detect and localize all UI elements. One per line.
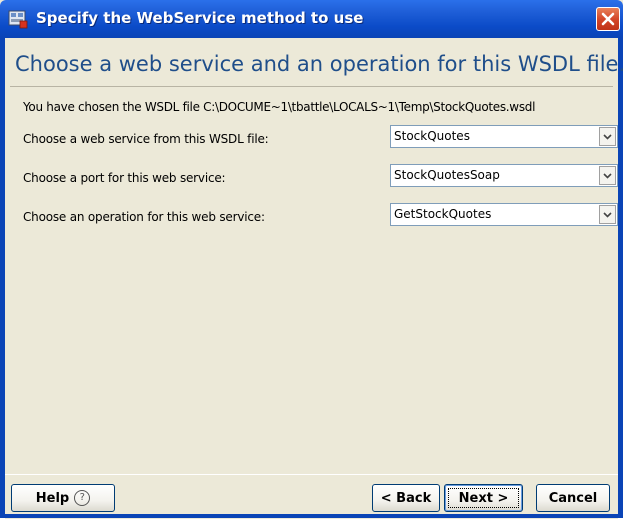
help-button-label: Help xyxy=(35,490,70,506)
web-service-select-value: StockQuotes xyxy=(394,129,470,143)
chevron-down-icon[interactable] xyxy=(599,205,616,224)
help-button[interactable]: Help ? xyxy=(11,484,115,512)
close-button[interactable] xyxy=(596,7,620,31)
port-label: Choose a port for this web service: xyxy=(23,171,226,185)
operation-select-value: GetStockQuotes xyxy=(394,207,492,221)
port-select[interactable]: StockQuotesSoap xyxy=(390,164,618,187)
help-icon: ? xyxy=(74,490,91,506)
webservice-app-icon xyxy=(8,9,28,29)
back-button[interactable]: < Back xyxy=(372,484,440,512)
port-select-value: StockQuotesSoap xyxy=(394,168,500,182)
operation-label: Choose an operation for this web service… xyxy=(23,210,265,224)
page-heading: Choose a web service and an operation fo… xyxy=(15,52,623,76)
cancel-button-label: Cancel xyxy=(548,490,598,506)
heading-divider xyxy=(10,86,613,87)
button-bar: Help ? < Back Next > Cancel xyxy=(5,474,618,519)
web-service-select[interactable]: StockQuotes xyxy=(390,125,618,148)
web-service-label: Choose a web service from this WSDL file… xyxy=(23,132,269,146)
cancel-button[interactable]: Cancel xyxy=(536,484,610,512)
window-frame-bottom xyxy=(0,514,623,518)
operation-select[interactable]: GetStockQuotes xyxy=(390,203,618,226)
window-title: Specify the WebService method to use xyxy=(36,9,364,27)
title-bar[interactable]: Specify the WebService method to use xyxy=(0,0,623,38)
dialog-window: Specify the WebService method to use Cho… xyxy=(0,0,623,519)
next-button[interactable]: Next > xyxy=(444,484,523,512)
back-button-label: < Back xyxy=(380,490,432,506)
chevron-down-icon[interactable] xyxy=(599,127,616,146)
window-frame-right xyxy=(618,38,623,518)
wsdl-file-info: You have chosen the WSDL file C:\DOCUME~… xyxy=(23,100,536,114)
focus-ring xyxy=(448,488,519,508)
chevron-down-icon[interactable] xyxy=(599,166,616,185)
content-panel: Choose a web service and an operation fo… xyxy=(5,38,623,474)
